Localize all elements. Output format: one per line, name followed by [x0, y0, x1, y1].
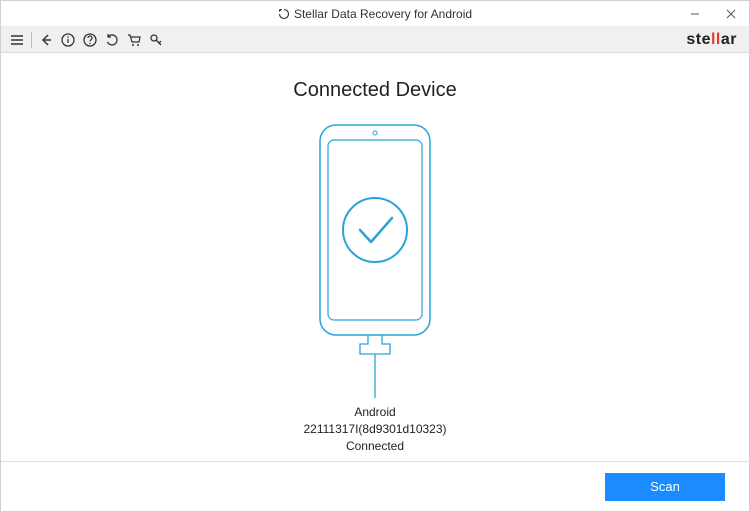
device-status: Connected [303, 438, 446, 455]
brand-pre: ste [686, 31, 711, 48]
toolbar: stellar [1, 27, 749, 53]
window-title-text: Stellar Data Recovery for Android [294, 7, 472, 21]
phone-icon [300, 120, 450, 400]
main-content: Connected Device Android 22111317I(8d930… [1, 53, 749, 461]
minimize-button[interactable] [677, 1, 713, 27]
device-os: Android [303, 404, 446, 421]
device-info: Android 22111317I(8d9301d10323) Connecte… [303, 404, 446, 454]
menu-icon[interactable] [7, 30, 27, 50]
toolbar-left [7, 30, 166, 50]
device-illustration: Android 22111317I(8d9301d10323) Connecte… [300, 120, 450, 454]
back-icon[interactable] [36, 30, 56, 50]
footer: Scan [1, 461, 749, 511]
key-icon[interactable] [146, 30, 166, 50]
scan-button[interactable]: Scan [605, 473, 725, 501]
app-icon [278, 8, 290, 20]
brand-mid: ll [711, 31, 721, 48]
app-window: Stellar Data Recovery for Android [0, 0, 750, 512]
brand-post: ar [721, 31, 737, 48]
brand-logo: stellar [686, 31, 743, 49]
window-title: Stellar Data Recovery for Android [278, 7, 472, 21]
titlebar: Stellar Data Recovery for Android [1, 1, 749, 27]
close-button[interactable] [713, 1, 749, 27]
window-controls [677, 1, 749, 27]
device-id: 22111317I(8d9301d10323) [303, 421, 446, 438]
toolbar-separator [31, 32, 32, 48]
help-icon[interactable] [80, 30, 100, 50]
info-icon[interactable] [58, 30, 78, 50]
refresh-icon[interactable] [102, 30, 122, 50]
cart-icon[interactable] [124, 30, 144, 50]
page-title: Connected Device [293, 79, 456, 102]
